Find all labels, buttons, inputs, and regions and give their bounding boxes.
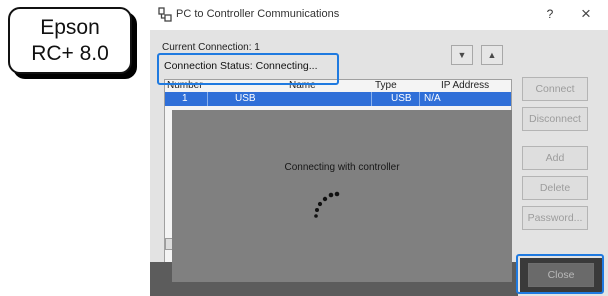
column-header-type: Type — [375, 80, 397, 91]
window-title: PC to Controller Communications — [176, 8, 340, 20]
move-up-button[interactable]: ▲ — [481, 45, 503, 65]
help-button[interactable]: ? — [542, 7, 558, 21]
delete-button[interactable]: Delete — [522, 176, 588, 200]
loading-spinner-icon — [314, 191, 340, 218]
column-divider — [419, 92, 420, 106]
connecting-message: Connecting with controller — [284, 162, 400, 173]
table-row[interactable]: 1 USB USB N/A — [165, 92, 511, 106]
connect-button[interactable]: Connect — [522, 77, 588, 101]
window-close-button[interactable]: × — [574, 4, 598, 24]
connection-status: Connection Status: Connecting... — [164, 60, 318, 72]
column-divider — [207, 92, 208, 106]
column-header-ip: IP Address — [441, 80, 490, 91]
row-ip: N/A — [424, 93, 441, 104]
title-bar: PC to Controller Communications ? × — [150, 0, 608, 30]
badge-product: Epson — [40, 15, 100, 39]
version-badge: Epson RC+ 8.0 — [8, 7, 132, 74]
move-down-button[interactable]: ▼ — [451, 45, 473, 65]
row-number: 1 — [182, 93, 188, 104]
add-button[interactable]: Add — [522, 146, 588, 170]
connection-icon — [158, 7, 172, 22]
column-divider — [371, 92, 372, 106]
disconnect-button[interactable]: Disconnect — [522, 107, 588, 131]
connecting-overlay: Connecting with controller — [172, 110, 512, 282]
row-name: USB — [235, 93, 256, 104]
badge-version: RC+ 8.0 — [31, 41, 109, 65]
row-type: USB — [391, 93, 412, 104]
password-button[interactable]: Password... — [522, 206, 588, 230]
current-connection-label: Current Connection: 1 — [162, 42, 260, 53]
close-highlight-frame — [516, 254, 604, 294]
